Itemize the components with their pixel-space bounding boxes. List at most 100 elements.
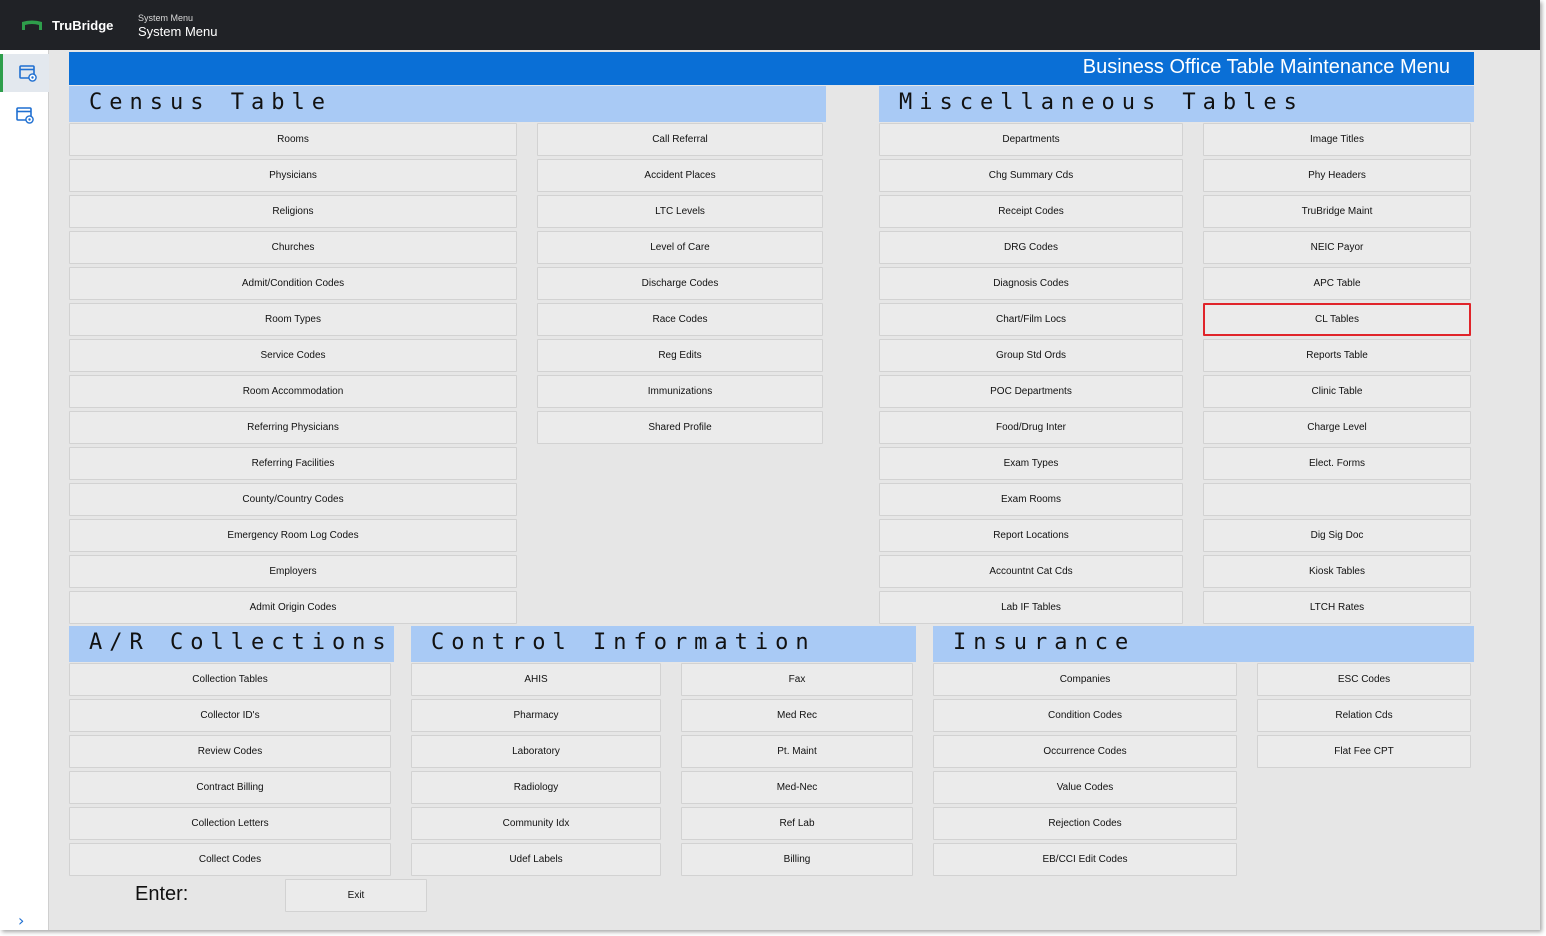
med-rec-button[interactable]: Med Rec [681,699,913,732]
lab-if-tables-button[interactable]: Lab IF Tables [879,591,1183,624]
laboratory-button[interactable]: Laboratory [411,735,661,768]
section-header-census: Census Table [69,86,826,122]
referring-physicians-button[interactable]: Referring Physicians [69,411,517,444]
departments-button[interactable]: Departments [879,123,1183,156]
value-codes-button[interactable]: Value Codes [933,771,1237,804]
pharmacy-button[interactable]: Pharmacy [411,699,661,732]
section-header-misc: Miscellaneous Tables [879,86,1474,122]
section-title: Control Information [431,630,816,655]
ltc-levels-button[interactable]: LTC Levels [537,195,823,228]
section-header-ar: A/R Collections [69,626,394,662]
call-referral-button[interactable]: Call Referral [537,123,823,156]
rejection-codes-button[interactable]: Rejection Codes [933,807,1237,840]
page-title: System Menu [138,24,218,39]
referring-facilities-button[interactable]: Referring Facilities [69,447,517,480]
room-types-button[interactable]: Room Types [69,303,517,336]
churches-button[interactable]: Churches [69,231,517,264]
fax-button[interactable]: Fax [681,663,913,696]
radiology-button[interactable]: Radiology [411,771,661,804]
admit-condition-codes-button[interactable]: Admit/Condition Codes [69,267,517,300]
collector-id-s-button[interactable]: Collector ID's [69,699,391,732]
room-accommodation-button[interactable]: Room Accommodation [69,375,517,408]
poc-departments-button[interactable]: POC Departments [879,375,1183,408]
immunizations-button[interactable]: Immunizations [537,375,823,408]
admit-origin-codes-button[interactable]: Admit Origin Codes [69,591,517,624]
trubridge-maint-button[interactable]: TruBridge Maint [1203,195,1471,228]
chevron-right-icon[interactable]: › [18,912,34,930]
employers-button[interactable]: Employers [69,555,517,588]
reg-edits-button[interactable]: Reg Edits [537,339,823,372]
billing-button[interactable]: Billing [681,843,913,876]
diagnosis-codes-button[interactable]: Diagnosis Codes [879,267,1183,300]
exam-types-button[interactable]: Exam Types [879,447,1183,480]
chg-summary-cds-button[interactable]: Chg Summary Cds [879,159,1183,192]
eb-cci-edit-codes-button[interactable]: EB/CCI Edit Codes [933,843,1237,876]
brand-name: TruBridge [52,18,114,33]
esc-codes-button[interactable]: ESC Codes [1257,663,1471,696]
collect-codes-button[interactable]: Collect Codes [69,843,391,876]
review-codes-button[interactable]: Review Codes [69,735,391,768]
community-idx-button[interactable]: Community Idx [411,807,661,840]
drg-codes-button[interactable]: DRG Codes [879,231,1183,264]
section-title: Insurance [953,630,1136,655]
charge-level-button[interactable]: Charge Level [1203,411,1471,444]
menu-title-bar: Business Office Table Maintenance Menu [69,52,1474,85]
top-bar: TruBridge System Menu System Menu [0,0,1540,50]
accident-places-button[interactable]: Accident Places [537,159,823,192]
religions-button[interactable]: Religions [69,195,517,228]
phy-headers-button[interactable]: Phy Headers [1203,159,1471,192]
trubridge-logo-icon [22,20,42,30]
receipt-codes-button[interactable]: Receipt Codes [879,195,1183,228]
service-codes-button[interactable]: Service Codes [69,339,517,372]
section-title: A/R Collections [89,630,393,655]
level-of-care-button[interactable]: Level of Care [537,231,823,264]
county-country-codes-button[interactable]: County/Country Codes [69,483,517,516]
cl-tables-button[interactable]: CL Tables [1203,303,1471,336]
discharge-codes-button[interactable]: Discharge Codes [537,267,823,300]
condition-codes-button[interactable]: Condition Codes [933,699,1237,732]
accountnt-cat-cds-button[interactable]: Accountnt Cat Cds [879,555,1183,588]
udef-labels-button[interactable]: Udef Labels [411,843,661,876]
dig-sig-doc-button[interactable]: Dig Sig Doc [1203,519,1471,552]
contract-billing-button[interactable]: Contract Billing [69,771,391,804]
exam-rooms-button[interactable]: Exam Rooms [879,483,1183,516]
group-std-ords-button[interactable]: Group Std Ords [879,339,1183,372]
elect-forms-button[interactable]: Elect. Forms [1203,447,1471,480]
section-header-control: Control Information [411,626,916,662]
clinic-table-button[interactable]: Clinic Table [1203,375,1471,408]
emergency-room-log-codes-button[interactable]: Emergency Room Log Codes [69,519,517,552]
ref-lab-button[interactable]: Ref Lab [681,807,913,840]
reports-table-button[interactable]: Reports Table [1203,339,1471,372]
section-title: Miscellaneous Tables [899,90,1304,115]
sidebar-item-system-menu[interactable] [0,54,49,92]
sidebar: › [0,50,49,930]
med-nec-button[interactable]: Med-Nec [681,771,913,804]
flat-fee-cpt-button[interactable]: Flat Fee CPT [1257,735,1471,768]
report-locations-button[interactable]: Report Locations [879,519,1183,552]
pt-maint-button[interactable]: Pt. Maint [681,735,913,768]
physicians-button[interactable]: Physicians [69,159,517,192]
section-header-insurance: Insurance [933,626,1474,662]
race-codes-button[interactable]: Race Codes [537,303,823,336]
ahis-button[interactable]: AHIS [411,663,661,696]
image-titles-button[interactable]: Image Titles [1203,123,1471,156]
menu-title: Business Office Table Maintenance Menu [1082,56,1450,78]
app-window: TruBridge System Menu System Menu › Busi… [0,0,1540,930]
relation-cds-button[interactable]: Relation Cds [1257,699,1471,732]
apc-table-button[interactable]: APC Table [1203,267,1471,300]
collection-tables-button[interactable]: Collection Tables [69,663,391,696]
rooms-button[interactable]: Rooms [69,123,517,156]
kiosk-tables-button[interactable]: Kiosk Tables [1203,555,1471,588]
shared-profile-button[interactable]: Shared Profile [537,411,823,444]
exit-button[interactable]: Exit [285,879,427,912]
neic-payor-button[interactable]: NEIC Payor [1203,231,1471,264]
blank-button[interactable] [1203,483,1471,516]
breadcrumb-parent[interactable]: System Menu [138,13,193,23]
chart-film-locs-button[interactable]: Chart/Film Locs [879,303,1183,336]
ltch-rates-button[interactable]: LTCH Rates [1203,591,1471,624]
companies-button[interactable]: Companies [933,663,1237,696]
occurrence-codes-button[interactable]: Occurrence Codes [933,735,1237,768]
sidebar-item-secondary[interactable] [0,96,49,134]
collection-letters-button[interactable]: Collection Letters [69,807,391,840]
food-drug-inter-button[interactable]: Food/Drug Inter [879,411,1183,444]
